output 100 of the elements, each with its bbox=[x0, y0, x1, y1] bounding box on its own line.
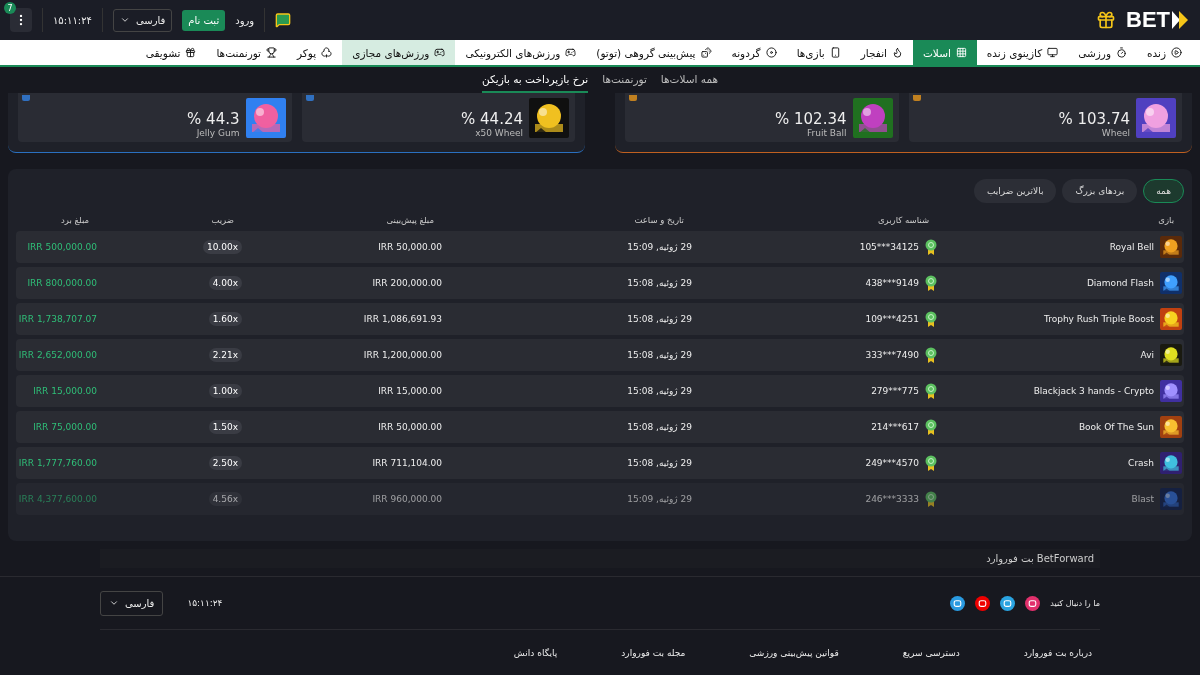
nav-tab[interactable]: کازینوی زنده bbox=[976, 40, 1069, 65]
rtp-value: % 102.34 bbox=[775, 110, 847, 128]
medal-icon bbox=[925, 239, 937, 255]
win-amount: IRR 800,000.00 bbox=[27, 278, 97, 288]
nav-tab[interactable]: تشویقی bbox=[135, 40, 207, 65]
nav-tab[interactable]: زنده bbox=[1137, 40, 1192, 65]
win-amount: IRR 2,652,000.00 bbox=[18, 350, 97, 360]
user-id: 4570***249 bbox=[865, 458, 919, 468]
medal-icon bbox=[925, 491, 937, 507]
filter-chip[interactable]: همه bbox=[1143, 179, 1184, 203]
game-name: Blackjack 3 hands - Crypto bbox=[1033, 386, 1154, 396]
gift-icon bbox=[185, 47, 197, 58]
nav-tab[interactable]: بازی‌ها bbox=[786, 40, 851, 65]
trophy-icon bbox=[266, 47, 278, 58]
medal-icon bbox=[925, 311, 937, 327]
rtp-value: % 44.24 bbox=[461, 110, 523, 128]
game-card[interactable]: % 44.24 x50 Wheel bbox=[301, 93, 575, 142]
brand-bar: BetForward بت فوروارد bbox=[100, 549, 1100, 568]
user-id: 617***214 bbox=[871, 422, 919, 432]
game-card[interactable]: % 44.3 Jelly Gum bbox=[18, 93, 292, 142]
filter-chip[interactable]: بردهای بزرگ bbox=[1062, 179, 1138, 203]
flame-icon bbox=[892, 47, 903, 58]
user-id: 3333***246 bbox=[865, 494, 919, 504]
bet-amount: IRR 15,000.00 bbox=[378, 386, 442, 396]
column-header: شناسه کاربری bbox=[876, 215, 929, 225]
multiplier: 2.50x bbox=[208, 456, 242, 470]
gift-icon[interactable] bbox=[1096, 10, 1116, 30]
date-time: 29 ژوئیه, 15:08 bbox=[627, 386, 692, 396]
game-name: x50 Wheel bbox=[475, 128, 523, 138]
medal-icon bbox=[925, 419, 937, 435]
nav-tab[interactable]: پیش‌بینی گروهی (توتو) bbox=[586, 40, 722, 65]
medal-icon bbox=[925, 275, 937, 291]
multiplier: 1.50x bbox=[208, 420, 242, 434]
footer-link[interactable]: قوانین پیش‌بینی ورزشی bbox=[749, 648, 839, 658]
logo[interactable]: BET bbox=[1126, 7, 1188, 33]
user-id: 9149***438 bbox=[865, 278, 919, 288]
sub-tab[interactable]: همه اسلات‌ها bbox=[660, 67, 719, 93]
club-icon bbox=[321, 47, 333, 58]
gamepad-icon bbox=[565, 47, 577, 58]
dice-icon bbox=[700, 47, 712, 58]
phone-icon bbox=[829, 47, 841, 58]
monitor-icon bbox=[1047, 47, 1059, 58]
user-id: 34125***105 bbox=[859, 242, 919, 252]
tag-icon bbox=[629, 95, 637, 101]
bet-amount: IRR 1,086,691.93 bbox=[363, 314, 442, 324]
nav-tab[interactable]: انفجار bbox=[850, 40, 913, 65]
multiplier: 2.21x bbox=[208, 348, 242, 362]
login-link[interactable]: ورود bbox=[235, 14, 255, 26]
multiplier: 4.56x bbox=[208, 492, 242, 506]
win-amount: IRR 4,377,600.00 bbox=[18, 494, 97, 504]
nav-tab[interactable]: ورزش‌های مجازی bbox=[342, 40, 456, 65]
win-amount: IRR 1,738,707.07 bbox=[18, 314, 97, 324]
date-time: 29 ژوئیه, 15:08 bbox=[627, 314, 692, 324]
multiplier: 1.00x bbox=[208, 384, 242, 398]
user-id: 7490***333 bbox=[865, 350, 919, 360]
chevron-icon bbox=[109, 598, 119, 608]
footer-link[interactable]: دسترسی سریع bbox=[902, 648, 960, 658]
footer-link[interactable]: پایگاه دانش bbox=[513, 648, 558, 658]
notification-badge: 7 bbox=[4, 2, 16, 14]
nav-tab[interactable]: تورنمنت‌ها bbox=[206, 40, 288, 65]
filter-chip[interactable]: بالاترین ضرایب bbox=[973, 179, 1057, 203]
medal-icon bbox=[925, 455, 937, 471]
win-amount: IRR 500,000.00 bbox=[27, 242, 97, 252]
footer-link[interactable]: درباره بت فوروارد bbox=[1023, 648, 1092, 658]
signup-button[interactable]: ثبت نام bbox=[182, 9, 226, 31]
grid-icon bbox=[955, 47, 967, 58]
user-id: 775***279 bbox=[871, 386, 919, 396]
rtp-value: % 103.74 bbox=[1058, 110, 1130, 128]
nav-tab[interactable]: ورزشی bbox=[1068, 40, 1137, 65]
game-name: Diamond Flash bbox=[1086, 278, 1154, 288]
menu-button[interactable] bbox=[10, 8, 32, 32]
win-amount: IRR 75,000.00 bbox=[33, 422, 97, 432]
game-card[interactable]: % 103.74 Wheel bbox=[908, 93, 1182, 142]
follow-label: ما را دنبال کنید bbox=[1050, 598, 1100, 608]
nav-tab[interactable]: گردونه bbox=[721, 40, 787, 65]
tag-icon bbox=[22, 95, 30, 101]
clock-time: ۱۵:۱۱:۲۴ bbox=[187, 598, 223, 608]
chevron-icon bbox=[119, 15, 130, 25]
language-select[interactable]: فارسی bbox=[112, 8, 173, 32]
disc-icon bbox=[765, 47, 777, 58]
date-time: 29 ژوئیه, 15:08 bbox=[627, 278, 692, 288]
game-name: Book Of The Sun bbox=[1078, 422, 1154, 432]
nav-tab[interactable]: اسلات bbox=[913, 40, 977, 65]
bet-amount: IRR 200,000.00 bbox=[372, 278, 442, 288]
sub-tab[interactable]: تورنمنت‌ها bbox=[602, 67, 647, 93]
nav-tab[interactable]: پوکر bbox=[287, 40, 343, 65]
column-header: مبلغ برد bbox=[60, 215, 89, 225]
game-card[interactable]: % 102.34 Fruit Ball bbox=[625, 93, 899, 142]
play-icon bbox=[1171, 47, 1182, 58]
game-name: Jelly Gum bbox=[196, 128, 240, 138]
nav-tab[interactable]: ورزش‌های الکترونیکی bbox=[455, 40, 587, 65]
game-name: Trophy Rush Triple Boost bbox=[1044, 314, 1154, 324]
multiplier: 4.00x bbox=[208, 276, 242, 290]
language-select[interactable]: فارسی bbox=[100, 590, 164, 616]
tag-icon bbox=[305, 95, 314, 101]
footer-link[interactable]: مجله بت فوروارد bbox=[621, 648, 686, 658]
column-header: بازی bbox=[1157, 215, 1174, 225]
date-time: 29 ژوئیه, 15:08 bbox=[627, 458, 692, 468]
gamepad-icon bbox=[434, 47, 446, 58]
stopwatch-icon bbox=[1116, 47, 1127, 58]
